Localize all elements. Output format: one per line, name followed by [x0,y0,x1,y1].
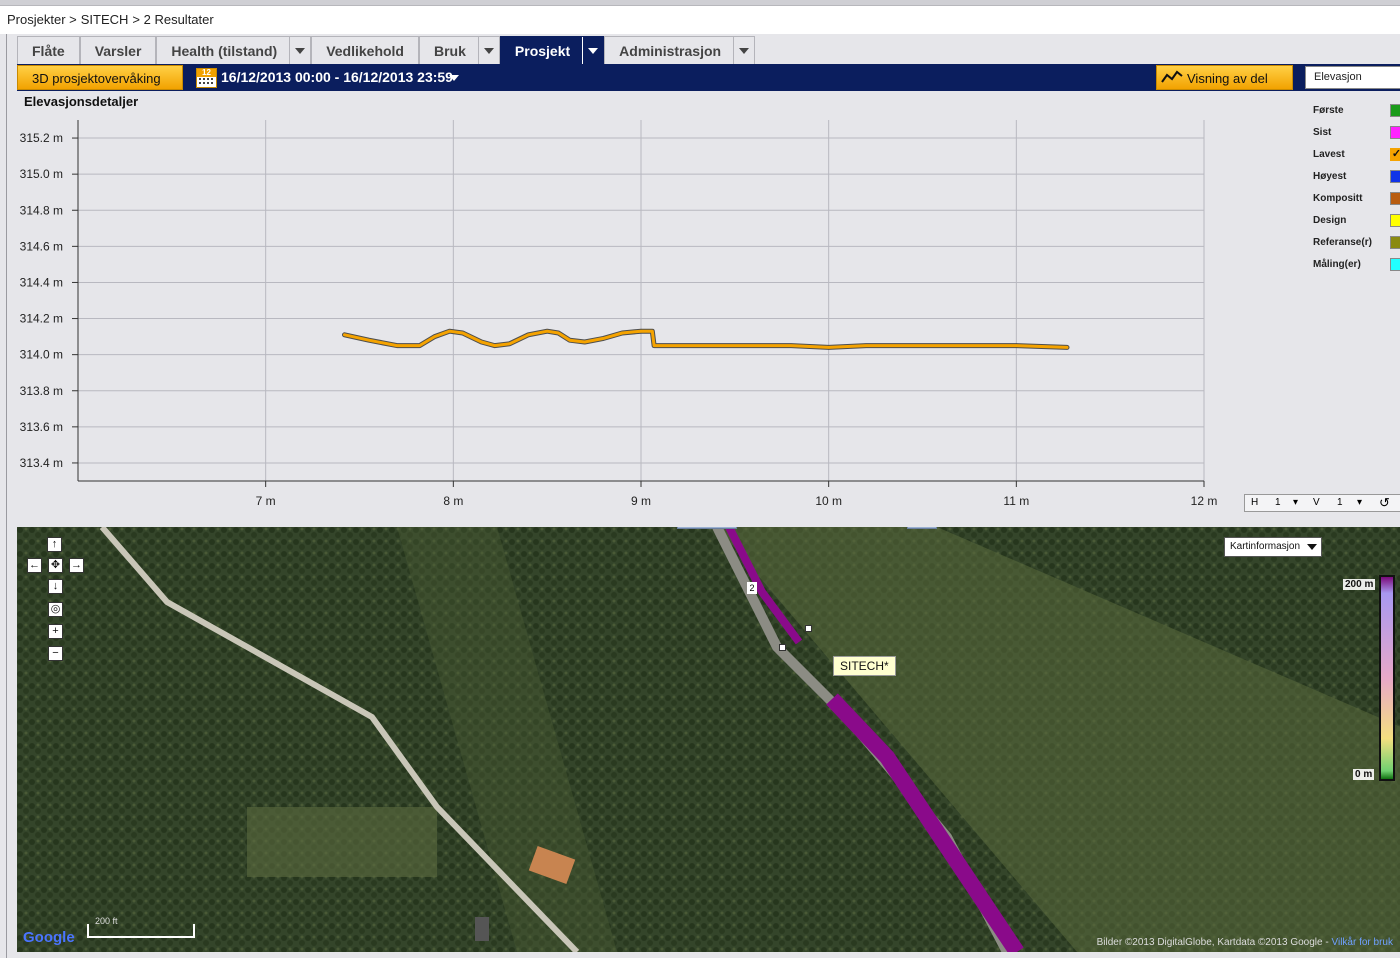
legend-label: Første [1313,105,1344,116]
monitoring-button[interactable]: 3D prosjektovervåking [17,65,183,90]
refresh-icon[interactable]: ↺ [1379,495,1390,511]
map-marker[interactable]: 2 [747,582,757,594]
pan-left-icon[interactable]: ← [27,558,42,573]
chevron-down-icon[interactable] [582,36,603,65]
tab-flate[interactable]: Flåte [17,36,80,64]
project-toolbar: 3D prosjektovervåking 12 16/12/2013 00:0… [17,64,1400,91]
legend-label: Kompositt [1313,193,1363,204]
y-tick-label: 313.8 m [20,384,63,398]
elevation-select[interactable]: Elevasjon [1305,66,1400,89]
legend-label: Referanse(r) [1313,237,1372,248]
main-tabs: Flåte Varsler Health (tilstand) Vedlikeh… [17,36,756,65]
x-tick-label: 8 m [443,494,463,508]
y-tick-label: 314.6 m [20,239,63,253]
v-value[interactable]: 1 [1337,497,1343,508]
breadcrumb-sitech[interactable]: SITECH [81,12,129,27]
y-tick-label: 313.6 m [20,420,63,434]
section-handle[interactable] [805,625,812,632]
v-label: V [1313,497,1320,508]
map-scale-bar [87,924,195,938]
legend-item[interactable]: Måling(er) [1313,254,1400,276]
legend-swatch[interactable] [1390,126,1400,139]
tab-administrasjon[interactable]: Administrasjon [604,36,756,65]
elevation-color-scale [1379,575,1395,781]
map-attribution: Bilder ©2013 DigitalGlobe, Kartdata ©201… [1096,937,1393,948]
legend-label: Høyest [1313,171,1347,182]
y-tick-label: 314.0 m [20,348,63,362]
x-tick-label: 10 m [815,494,842,508]
legend-swatch[interactable] [1390,104,1400,117]
chevron-down-icon[interactable]: ▾ [1293,497,1298,508]
legend-label: Sist [1313,127,1332,138]
x-tick-label: 9 m [631,494,651,508]
map-info-dropdown[interactable]: Kartinformasjon [1224,537,1322,557]
breadcrumb-results: > 2 Resultater [132,12,214,27]
y-tick-label: 314.2 m [20,312,63,326]
elevation-chart: 315.2 m 315.0 m 314.8 m 314.6 m 314.4 m 314.2… [20,120,1218,508]
x-tick-label: 7 m [256,494,276,508]
y-tick-label: 315.2 m [20,131,63,145]
y-tick-label: 315.0 m [20,167,63,181]
pan-right-icon[interactable]: → [69,558,84,573]
tab-bruk[interactable]: Bruk [419,36,500,65]
legend-swatch[interactable] [1390,258,1400,271]
locate-icon[interactable]: ◎ [48,602,63,617]
app-window: Flåte Varsler Health (tilstand) Vedlikeh… [6,34,1400,958]
legend-swatch[interactable] [1390,170,1400,183]
tab-health[interactable]: Health (tilstand) [156,36,312,65]
panel-resize-handle[interactable] [907,527,937,529]
terms-link[interactable]: Vilkår for bruk [1331,937,1393,948]
tab-vedlikehold[interactable]: Vedlikehold [311,36,419,64]
chevron-down-icon[interactable] [449,75,459,81]
scale-bottom-label: 0 m [1353,769,1375,780]
legend-item[interactable]: Kompositt [1313,188,1400,210]
legend-item[interactable]: Høyest [1313,166,1400,188]
section-handle[interactable] [779,644,786,651]
legend-item[interactable]: Sist [1313,122,1400,144]
tab-varsler[interactable]: Varsler [79,36,157,64]
date-range[interactable]: 16/12/2013 00:00 - 16/12/2013 23:59 [221,64,453,91]
legend-item[interactable]: Lavest ✓ [1313,144,1400,166]
pan-up-icon[interactable]: ↑ [47,537,62,552]
breadcrumb-projects[interactable]: Prosjekter > [7,12,77,27]
chart-legend: Første Sist Lavest ✓ Høyest Kompositt Design Re… [1313,100,1400,276]
panel-resize-handle[interactable] [677,527,737,529]
zoom-out-icon[interactable]: − [48,646,63,661]
pan-center-icon[interactable]: ✥ [48,558,63,573]
pan-down-icon[interactable]: ↓ [48,579,63,594]
zoom-in-icon[interactable]: + [48,624,63,639]
legend-swatch[interactable] [1390,236,1400,249]
map-tooltip: SITECH* [833,656,896,676]
line-chart-icon [1161,70,1183,83]
x-tick-label: 12 m [1191,494,1218,508]
scale-control: H 1 ▾ V 1 ▾ ↺ [1244,494,1400,512]
chevron-down-icon[interactable] [733,36,754,65]
legend-item[interactable]: Design [1313,210,1400,232]
legend-checkbox-checked[interactable]: ✓ [1390,148,1400,161]
legend-label: Måling(er) [1313,259,1361,270]
panel-title: Elevasjonsdetaljer [24,94,139,109]
chevron-down-icon[interactable]: ▾ [1357,497,1362,508]
google-logo: Google [23,929,75,946]
legend-item[interactable]: Referanse(r) [1313,232,1400,254]
x-tick-label: 11 m [1003,494,1029,508]
legend-label: Lavest [1313,149,1345,160]
h-label: H [1251,497,1259,508]
map-imagery [17,527,1400,952]
breadcrumb: Prosjekter > SITECH > 2 Resultater [0,6,1400,34]
y-tick-label: 314.8 m [20,203,63,217]
h-value[interactable]: 1 [1275,497,1281,508]
legend-swatch[interactable] [1390,192,1400,205]
tab-prosjekt[interactable]: Prosjekt [499,36,605,65]
y-tick-label: 313.4 m [20,456,63,470]
satellite-map[interactable]: ↑ ← ✥ → ↓ ◎ + − 2 SITECH* Kartinformasjo… [17,527,1400,952]
chevron-down-icon[interactable] [289,36,310,65]
calendar-icon[interactable]: 12 [196,68,217,88]
chevron-down-icon[interactable] [477,36,499,65]
legend-item[interactable]: Første [1313,100,1400,122]
legend-swatch[interactable] [1390,214,1400,227]
scale-top-label: 200 m [1343,579,1376,590]
legend-label: Design [1313,215,1347,226]
y-tick-label: 314.4 m [20,275,63,289]
